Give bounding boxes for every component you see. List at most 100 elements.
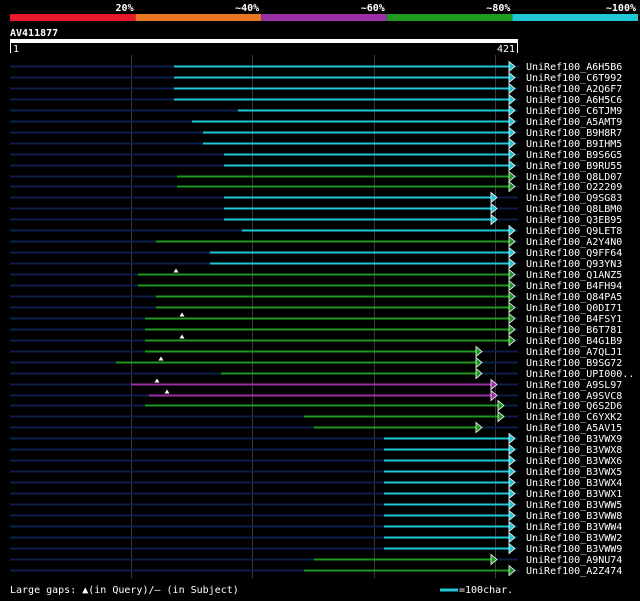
hit-label[interactable]: UniRef100_Q9FF64 (526, 248, 622, 259)
hit-label[interactable]: UniRef100_A9NU74 (526, 555, 622, 566)
hit-row[interactable]: UniRef100_B3VWX8 (10, 443, 622, 457)
hit-label[interactable]: UniRef100_A9SL97 (526, 380, 622, 391)
hit-row[interactable]: UniRef100_B9H8R7 (10, 126, 622, 140)
hit-row[interactable]: UniRef100_B9IHM5 (10, 137, 622, 151)
hit-label[interactable]: UniRef100_C6TJM9 (526, 106, 622, 117)
hit-row[interactable]: UniRef100_Q93YN3 (10, 257, 622, 271)
hit-row[interactable]: UniRef100_A5AMT9 (10, 115, 622, 129)
hit-label[interactable]: UniRef100_B3VWX8 (526, 445, 622, 456)
hit-label[interactable]: UniRef100_B3VWW2 (526, 533, 622, 544)
hit-row[interactable]: UniRef100_B3VWX6 (10, 454, 622, 468)
hit-row[interactable]: UniRef100_Q3EB95 (10, 213, 622, 227)
hit-row[interactable]: UniRef100_B3VWX5 (10, 465, 622, 479)
hit-row[interactable]: UniRef100_A9NU74 (10, 553, 622, 567)
hit-row[interactable]: UniRef100_B3VWX9 (10, 432, 622, 446)
hit-label[interactable]: UniRef100_B3VWW5 (526, 500, 622, 511)
hit-label[interactable]: UniRef100_Q84PA5 (526, 292, 622, 303)
hit-label[interactable]: UniRef100_A2Z474 (526, 566, 622, 577)
hit-row[interactable]: UniRef100_A2Z474 (10, 564, 622, 578)
hit-row[interactable]: UniRef100_B3VWW5 (10, 498, 622, 512)
hit-label[interactable]: UniRef100_B3VWW8 (526, 511, 622, 522)
hit-arrowhead (475, 421, 483, 434)
hit-label[interactable]: UniRef100_Q8LBM0 (526, 204, 622, 215)
hit-label[interactable]: UniRef100_B3VWX9 (526, 434, 622, 445)
hit-label[interactable]: UniRef100_A2Y4N0 (526, 237, 622, 248)
hit-arrowhead (508, 268, 516, 281)
hit-label[interactable]: UniRef100_B9RU55 (526, 161, 622, 172)
hit-row[interactable]: UniRef100_B3VWW4 (10, 520, 622, 534)
hit-label[interactable]: UniRef100_C6T992 (526, 73, 622, 84)
hit-label[interactable]: UniRef100_B6T781 (526, 325, 622, 336)
hit-label[interactable]: UniRef100_Q93YN3 (526, 259, 622, 270)
hit-label[interactable]: UniRef100_C6YXK2 (526, 412, 622, 423)
hit-arrowhead (508, 224, 516, 237)
hit-label[interactable]: UniRef100_B4FH94 (526, 281, 622, 292)
hit-label[interactable]: UniRef100_UPI000.. (526, 369, 634, 380)
hit-label[interactable]: UniRef100_B4G1B9 (526, 336, 622, 347)
hit-label[interactable]: UniRef100_A5AV15 (526, 423, 622, 434)
hit-row[interactable]: UniRef100_B9SG72 (10, 356, 622, 370)
hit-label[interactable]: UniRef100_B9IHM5 (526, 139, 622, 150)
hit-label[interactable]: UniRef100_B9H8R7 (526, 128, 622, 139)
hit-row[interactable]: UniRef100_B6T781 (10, 323, 622, 337)
hit-arrowhead (508, 432, 516, 445)
hit-label[interactable]: UniRef100_Q9SG83 (526, 193, 622, 204)
hit-row[interactable]: UniRef100_Q0DI71 (10, 301, 622, 315)
hit-row[interactable]: UniRef100_Q9FF64 (10, 246, 622, 260)
hit-label[interactable]: UniRef100_Q9LET8 (526, 226, 622, 237)
hit-label[interactable]: UniRef100_O22209 (526, 182, 622, 193)
hit-label[interactable]: UniRef100_Q3EB95 (526, 215, 622, 226)
hit-row[interactable]: UniRef100_Q8LBM0 (10, 202, 622, 216)
hit-row[interactable]: UniRef100_B4G1B9 (10, 334, 622, 348)
hit-row[interactable]: UniRef100_C6YXK2 (10, 410, 622, 424)
hit-row[interactable]: UniRef100_Q84PA5 (10, 290, 622, 304)
hit-label[interactable]: UniRef100_A2Q6F7 (526, 84, 622, 95)
hit-arrowhead (508, 323, 516, 336)
hit-row[interactable]: UniRef100_Q6S2D6 (10, 399, 622, 413)
hit-row[interactable]: UniRef100_B4FH94 (10, 279, 622, 293)
hit-row[interactable]: UniRef100_C6T992 (10, 71, 622, 85)
hit-arrowhead (497, 410, 505, 423)
hit-label[interactable]: UniRef100_A6H5C6 (526, 95, 622, 106)
hit-label[interactable]: UniRef100_B3VWX1 (526, 489, 622, 500)
hit-row[interactable]: UniRef100_O22209 (10, 180, 622, 194)
hit-label[interactable]: UniRef100_B3VWW9 (526, 544, 622, 555)
hit-label[interactable]: UniRef100_Q0DI71 (526, 303, 622, 314)
hit-row[interactable]: UniRef100_Q9LET8 (10, 224, 622, 238)
hit-row[interactable]: UniRef100_B3VWW9 (10, 542, 622, 556)
hit-label[interactable]: UniRef100_B4FSY1 (526, 314, 622, 325)
hit-row[interactable]: UniRef100_C6TJM9 (10, 104, 622, 118)
hit-row[interactable]: UniRef100_Q9SG83 (10, 191, 622, 205)
hit-label[interactable]: UniRef100_A7QLJ1 (526, 347, 622, 358)
hit-row[interactable]: UniRef100_A6H5B6 (10, 60, 622, 74)
hit-label[interactable]: UniRef100_B9SG72 (526, 358, 622, 369)
hit-row[interactable]: UniRef100_A2Y4N0 (10, 235, 622, 249)
hit-row[interactable]: UniRef100_B3VWW8 (10, 509, 622, 523)
hit-arrowhead (508, 531, 516, 544)
hit-row[interactable]: UniRef100_B4FSY1 (10, 312, 622, 326)
gap-marker (179, 334, 185, 339)
hit-label[interactable]: UniRef100_B9S6G5 (526, 150, 622, 161)
hit-arrowhead (490, 191, 498, 204)
hit-label[interactable]: UniRef100_B3VWW4 (526, 522, 622, 533)
hit-row[interactable]: UniRef100_B3VWX4 (10, 476, 622, 490)
hit-row[interactable]: UniRef100_B9S6G5 (10, 148, 622, 162)
hit-row[interactable]: UniRef100_A6H5C6 (10, 93, 622, 107)
legend-segment (135, 14, 262, 21)
hit-row[interactable]: UniRef100_UPI000.. (10, 367, 634, 381)
hit-row[interactable]: UniRef100_B9RU55 (10, 159, 622, 173)
hit-row[interactable]: UniRef100_A9SL97 (10, 378, 622, 392)
hit-row[interactable]: UniRef100_A2Q6F7 (10, 82, 622, 96)
hit-label[interactable]: UniRef100_B3VWX5 (526, 467, 622, 478)
hit-row[interactable]: UniRef100_B3VWW2 (10, 531, 622, 545)
hit-row[interactable]: UniRef100_A7QLJ1 (10, 345, 622, 359)
hit-label[interactable]: UniRef100_B3VWX6 (526, 456, 622, 467)
hit-row[interactable]: UniRef100_Q1ANZ5 (10, 268, 622, 282)
hit-row[interactable]: UniRef100_B3VWX1 (10, 487, 622, 501)
hit-label[interactable]: UniRef100_A5AMT9 (526, 117, 622, 128)
hit-label[interactable]: UniRef100_Q1ANZ5 (526, 270, 622, 281)
hit-row[interactable]: UniRef100_A5AV15 (10, 421, 622, 435)
hit-label[interactable]: UniRef100_Q6S2D6 (526, 401, 622, 412)
hit-label[interactable]: UniRef100_A6H5B6 (526, 62, 622, 73)
hit-label[interactable]: UniRef100_B3VWX4 (526, 478, 622, 489)
